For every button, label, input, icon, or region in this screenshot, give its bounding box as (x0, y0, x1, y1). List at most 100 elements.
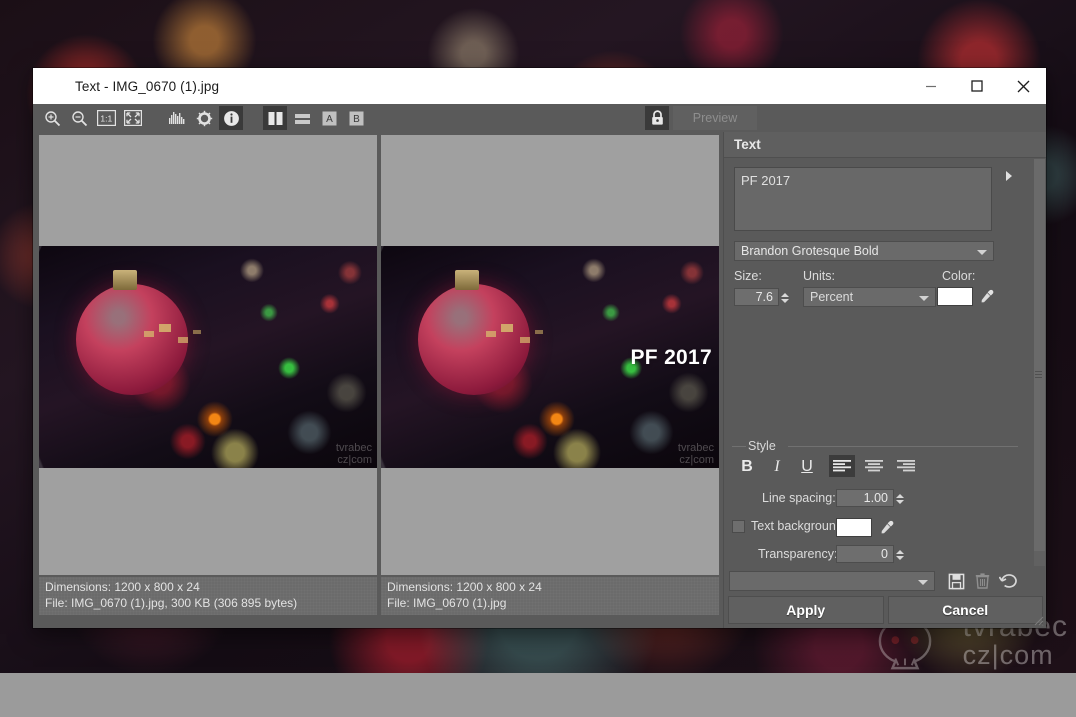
style-group-title: Style (748, 439, 776, 453)
close-button[interactable] (1000, 68, 1046, 104)
size-label: Size: (734, 269, 762, 283)
photo-watermark-preview: tvrabec cz|com (677, 442, 714, 466)
scrollbar-grip-icon (1035, 371, 1042, 380)
preview-button[interactable]: Preview (673, 106, 757, 130)
title-bar[interactable]: Text - IMG_0670 (1).jpg (33, 68, 1046, 104)
bold-button[interactable]: B (734, 455, 760, 479)
view-b-icon: B (349, 111, 363, 125)
split-vertical-button[interactable] (263, 106, 287, 130)
text-background-eyedropper-icon (881, 520, 893, 533)
text-input[interactable]: PF 2017 (734, 167, 992, 231)
christmas-ornament-photo-preview: PF 2017 tvrabec cz|com (381, 246, 719, 468)
pane-preview-image[interactable]: PF 2017 tvrabec cz|com (381, 246, 719, 468)
panel-scroll-content: PF 2017 Brandon Grotesque Bold Size: Uni… (724, 159, 1047, 566)
info-icon (223, 110, 239, 126)
preset-row (724, 566, 1047, 596)
transparency-value: 0 (881, 547, 888, 561)
cancel-button[interactable]: Cancel (887, 596, 1043, 624)
transparency-input[interactable]: 0 (836, 545, 904, 563)
align-center-button[interactable] (861, 455, 887, 477)
window-controls (908, 68, 1046, 104)
line-spacing-stepper[interactable] (894, 489, 906, 509)
zoom-out-icon (71, 110, 87, 126)
zoom-100-icon: 1:1 (96, 110, 116, 126)
alignment-buttons (829, 455, 919, 477)
maximize-icon (971, 80, 983, 92)
pane-preview-dimensions: Dimensions: 1200 x 800 x 24 (387, 580, 542, 594)
italic-button[interactable]: I (764, 455, 790, 479)
units-chevron-down-icon (919, 296, 929, 301)
text-color-eyedropper-button[interactable] (976, 286, 998, 306)
text-background-eyedropper-button[interactable] (876, 517, 898, 537)
line-spacing-value: 1.00 (863, 491, 888, 505)
font-style-buttons: B I U (734, 455, 820, 479)
font-select[interactable]: Brandon Grotesque Bold (734, 241, 994, 261)
dialog-action-buttons: Apply Cancel (724, 596, 1047, 628)
split-horizontal-icon (294, 113, 310, 124)
pane-preview-file: File: IMG_0670 (1).jpg (387, 595, 507, 610)
minimize-button[interactable] (908, 68, 954, 104)
bold-label: B (741, 458, 753, 475)
line-spacing-label: Line spacing: (762, 491, 836, 505)
fit-to-window-button[interactable] (121, 106, 145, 130)
save-preset-button[interactable] (943, 569, 969, 593)
expand-arrow-button[interactable] (1000, 167, 1018, 185)
zoom-out-button[interactable] (67, 106, 91, 130)
info-button[interactable] (219, 106, 243, 130)
zoom-in-icon (44, 110, 60, 126)
units-select[interactable]: Percent (803, 287, 936, 307)
split-horizontal-button[interactable] (290, 106, 314, 130)
size-input[interactable]: 7.6 (734, 288, 789, 306)
panel-scrollbar-thumb[interactable] (1034, 159, 1045, 551)
pane-original-image[interactable]: tvrabec cz|com (39, 246, 377, 468)
taskbar (0, 673, 1076, 717)
text-background-checkbox[interactable] (732, 519, 745, 533)
align-right-button[interactable] (893, 455, 919, 477)
lock-icon (651, 110, 663, 125)
pane-preview-letterbox-top (381, 135, 719, 246)
histogram-button[interactable] (165, 106, 189, 130)
text-background-color-swatch[interactable] (836, 518, 872, 537)
reset-preset-button[interactable] (995, 569, 1021, 593)
transparency-label: Transparency: (758, 547, 838, 561)
delete-preset-button[interactable] (969, 569, 995, 593)
resize-grip-icon[interactable] (1032, 614, 1044, 626)
viewer-pane-original[interactable]: tvrabec cz|com Dimensions: 1200 x 800 x 2… (39, 135, 377, 619)
christmas-ornament-photo: tvrabec cz|com (39, 246, 377, 468)
pane-preview-status: Dimensions: 1200 x 800 x 24 File: IMG_06… (381, 577, 719, 615)
text-background-checkbox-row[interactable]: Text background: (732, 519, 852, 533)
settings-gear-button[interactable] (192, 106, 216, 130)
application-window: Text - IMG_0670 (1).jpg 1:1 A B Preview … (33, 68, 1046, 628)
preset-chevron-down-icon (918, 580, 928, 585)
expand-arrow-icon (1006, 171, 1012, 181)
zoom-100-button[interactable]: 1:1 (94, 106, 118, 130)
maximize-button[interactable] (954, 68, 1000, 104)
align-left-button[interactable] (829, 455, 855, 477)
window-body: tvrabec cz|com Dimensions: 1200 x 800 x 2… (33, 132, 1046, 628)
line-spacing-up-icon (896, 494, 904, 498)
size-stepper[interactable] (779, 288, 791, 308)
toolbar: 1:1 A B Preview (33, 104, 1046, 132)
transparency-up-icon (896, 550, 904, 554)
lock-button[interactable] (645, 106, 669, 130)
svg-text:A: A (326, 114, 333, 125)
line-spacing-input[interactable]: 1.00 (836, 489, 904, 507)
transparency-stepper[interactable] (894, 545, 906, 565)
pane-preview-letterbox-bottom (381, 468, 719, 575)
viewer-pane-preview[interactable]: PF 2017 tvrabec cz|com Dimensions: 1200 x… (381, 135, 719, 619)
underline-button[interactable]: U (794, 455, 820, 479)
apply-button[interactable]: Apply (728, 596, 884, 624)
size-stepper-down-icon (781, 299, 789, 303)
text-color-swatch[interactable] (937, 287, 973, 306)
preset-select[interactable] (729, 571, 935, 591)
split-vertical-icon (268, 111, 282, 125)
eyedropper-icon (981, 289, 993, 302)
italic-label: I (774, 458, 780, 475)
histogram-icon (169, 112, 185, 124)
toolbar-right-group: Preview (645, 106, 757, 130)
view-a-button[interactable]: A (317, 106, 341, 130)
photo-watermark: tvrabec cz|com (335, 442, 372, 466)
zoom-in-button[interactable] (40, 106, 64, 130)
view-b-button[interactable]: B (344, 106, 368, 130)
image-viewer: tvrabec cz|com Dimensions: 1200 x 800 x 2… (33, 132, 723, 628)
